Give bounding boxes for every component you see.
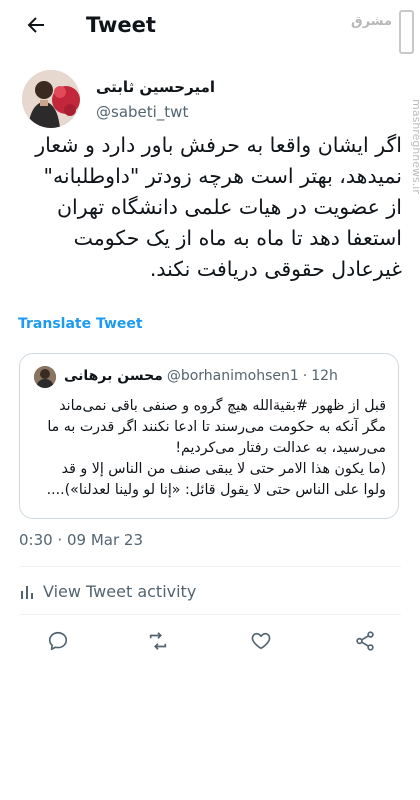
tweet-body: اگر ایشان واقعا به حرفش باور دارد و شعار… [18,130,402,285]
quote-header: محسن برهانی @borhanimohsen1 · 12h [64,368,338,384]
quote-avatar-image [34,366,56,388]
analytics-icon [21,585,33,599]
view-activity-label: View Tweet activity [43,582,197,601]
heart-icon [251,632,271,650]
quoted-tweet[interactable]: محسن برهانی @borhanimohsen1 · 12h قبل از… [19,353,399,519]
quote-author-name: محسن برهانی [64,368,163,384]
watermark-text: مشرق [351,14,392,29]
view-activity-button[interactable]: View Tweet activity [19,582,196,601]
reply-button[interactable] [43,626,73,656]
author-name[interactable]: امیرحسین ثابتی [96,78,215,96]
quote-body: قبل از ظهور #بقیة‌الله هیچ گروه و صنفی ب… [32,396,386,501]
tweet-line: استعفا دهد تا ماه به ماه از یک حکومت [73,226,402,250]
tweet-line: از عضویت در هیات علمی دانشگاه تهران [57,195,402,219]
back-button[interactable] [14,3,58,47]
quote-separator: · [302,368,308,384]
back-arrow-icon [27,17,44,33]
quote-avatar [34,366,56,388]
retweet-button[interactable] [143,626,173,656]
like-button[interactable] [246,626,276,656]
tweet-author: امیرحسین ثابتی @sabeti_twt [22,70,402,130]
quote-line: می‌رسید، به عدالت رفتار می‌کردیم! [175,440,386,456]
share-button[interactable] [350,626,380,656]
empty-area [0,660,420,800]
avatar[interactable] [22,70,80,128]
page-title: Tweet [86,13,156,37]
avatar-image [22,70,80,128]
quote-line: (ما یکون هذا الامر حتی لا یبقی صنف من ال… [61,461,386,477]
quote-line: مگر آنکه به حکومت می‌رسند تا ادعا نکنند … [47,419,386,435]
tweet-timestamp[interactable]: 0:30 · 09 Mar 23 [19,531,143,549]
retweet-icon [149,632,167,650]
watermark-url: mashreghnews.ir [410,99,420,194]
watermark-icon [399,10,414,54]
author-handle[interactable]: @sabeti_twt [96,103,188,121]
quote-line: ولوا علی الناس حتی لا یقول قائل: «إنا لو… [46,482,386,498]
share-icon [356,631,374,651]
action-bar [0,622,420,662]
reply-icon [48,631,68,651]
watermark-logo: مشرق [351,14,392,29]
quote-time: 12h [311,368,338,384]
divider [19,566,401,567]
tweet-line: اگر ایشان واقعا به حرفش باور دارد و شعار [35,133,402,157]
tweet-line: نمیدهد، بهتر است هرچه زودتر "داوطلبانه" [43,164,402,188]
tweet-line: غیرعادل حقوقی دریافت نکند. [149,257,402,281]
quote-author-handle: @borhanimohsen1 [166,368,299,384]
divider [19,614,401,615]
quote-line: قبل از ظهور #بقیة‌الله هیچ گروه و صنفی ب… [59,398,386,414]
translate-tweet-link[interactable]: Translate Tweet [18,316,143,332]
